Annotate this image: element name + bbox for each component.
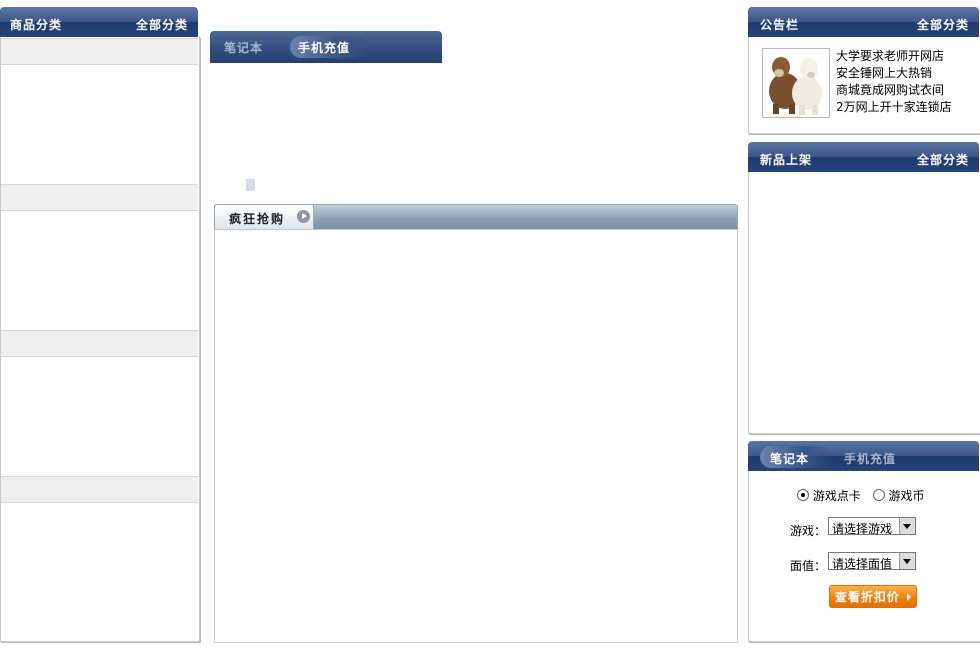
notice-all-link[interactable]: 全部分类 (917, 16, 969, 33)
notice-item[interactable]: 商城竟成网购试衣间 (836, 82, 952, 99)
crazy-buy-tab[interactable]: 疯狂抢购 (215, 205, 314, 229)
new-products-all-link[interactable]: 全部分类 (917, 151, 969, 168)
recharge-tab-notebook[interactable]: 笔记本 (770, 450, 809, 467)
notice-item[interactable]: 安全锤网上大热销 (836, 65, 952, 82)
category-header: 商品分类 全部分类 (0, 7, 198, 37)
center-tab-bar: 笔记本 手机充值 (210, 31, 442, 63)
alpaca-toy-image[interactable] (762, 48, 830, 118)
notice-list: 大学要求老师开网店 安全锤网上大热销 商城竟成网购试衣间 2万网上开十家连锁店 (836, 48, 952, 116)
game-select-value: 请选择游戏 (832, 522, 893, 536)
view-discount-button[interactable]: 查看折扣价 (829, 585, 917, 608)
alpaca-icon (763, 49, 829, 117)
new-products-title: 新品上架 (760, 153, 813, 167)
game-label: 游戏： (790, 524, 827, 538)
category-title: 商品分类 (10, 18, 63, 32)
category-group-header (1, 184, 198, 211)
notice-item[interactable]: 2万网上开十家连锁店 (836, 99, 952, 116)
tab-phone-recharge[interactable]: 手机充值 (298, 39, 350, 56)
crazy-buy-header: 疯狂抢购 (214, 204, 738, 230)
triangle-right-icon (907, 593, 912, 601)
game-card-label: 游戏点卡 (812, 489, 861, 503)
recharge-type-radios: 游戏点卡 游戏币 (797, 487, 925, 504)
view-discount-label: 查看折扣价 (834, 590, 900, 604)
category-group-header (1, 330, 198, 357)
crazy-buy-title: 疯狂抢购 (229, 212, 286, 226)
chevron-down-icon[interactable] (899, 553, 915, 569)
value-label: 面值： (790, 559, 827, 573)
value-select[interactable]: 请选择面值 (828, 552, 916, 571)
category-panel (0, 37, 200, 642)
game-select[interactable]: 请选择游戏 (828, 517, 916, 536)
chevron-down-icon[interactable] (899, 518, 915, 534)
notice-item[interactable]: 大学要求老师开网店 (836, 48, 952, 65)
new-products-header: 新品上架 全部分类 (748, 142, 979, 172)
all-categories-link[interactable]: 全部分类 (136, 16, 188, 33)
category-group-header (1, 476, 198, 503)
recharge-tab-phone[interactable]: 手机充值 (844, 450, 896, 467)
game-coin-label: 游戏币 (888, 489, 925, 503)
game-card-radio[interactable] (797, 489, 809, 501)
new-products-panel (748, 172, 980, 434)
small-placeholder-image (246, 179, 255, 191)
crazy-buy-panel (214, 229, 738, 643)
arrow-right-icon[interactable] (297, 210, 310, 223)
notice-title: 公告栏 (760, 18, 800, 32)
value-select-value: 请选择面值 (832, 557, 893, 571)
recharge-tab-bar: 笔记本 手机充值 (748, 441, 979, 471)
notice-header: 公告栏 全部分类 (748, 7, 979, 37)
tab-notebook[interactable]: 笔记本 (224, 39, 263, 56)
game-coin-radio[interactable] (872, 489, 885, 501)
category-group-header (1, 38, 198, 65)
